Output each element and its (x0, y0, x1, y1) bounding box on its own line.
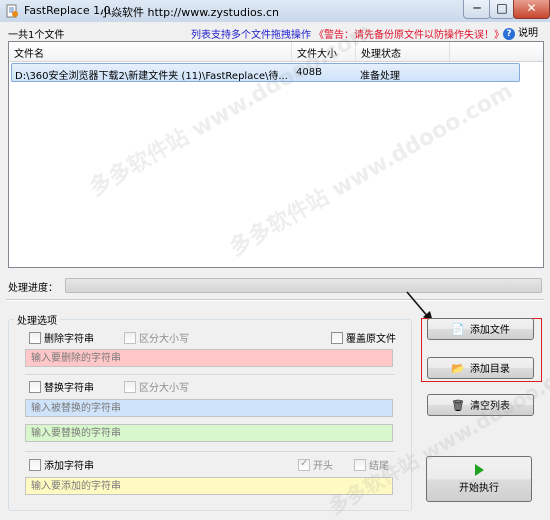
delete-case-sensitive-checkbox[interactable]: 区分大小写 (124, 332, 189, 346)
check-icon: ✓ (300, 458, 309, 469)
window-title: FastReplace 1.0 (24, 4, 111, 17)
checkbox-box: ✓ (298, 458, 310, 471)
file-list[interactable]: 文件名 文件大小 处理状态 D:\360安全浏览器下载2\新建文件夹 (11)\… (8, 19, 544, 268)
add-file-label: 添加文件 (469, 325, 510, 336)
title-bar: FastReplace 1.0 小焱软件 http://www.zystudio… (0, 0, 550, 23)
add-folder-label: 添加目录 (469, 364, 510, 375)
add-at-start-checkbox[interactable]: ✓ 开头 (298, 458, 333, 473)
help-label: 说明 (518, 28, 538, 39)
add-start-label: 开头 (313, 461, 333, 472)
delete-case-label: 区分大小写 (139, 334, 189, 345)
add-file-button[interactable]: 📄 添加文件 (427, 318, 534, 340)
separator (25, 374, 395, 375)
replace-find-input[interactable]: 输入被替换的字符串 (25, 399, 393, 417)
start-button[interactable]: 开始执行 (426, 456, 532, 502)
folder-icon: 📂 (451, 362, 465, 375)
help-icon: ? (503, 28, 515, 40)
file-icon: 📄 (451, 323, 465, 336)
replace-case-sensitive-checkbox[interactable]: 区分大小写 (124, 381, 189, 395)
close-button[interactable]: ✕ (513, 0, 550, 19)
replace-string-label: 替换字符串 (44, 383, 94, 394)
checkbox-box (29, 459, 41, 471)
window-subtitle: 小焱软件 http://www.zystudios.cn (100, 6, 279, 19)
file-list-header: 文件名 文件大小 处理状态 (9, 42, 543, 62)
add-string-label: 添加字符串 (44, 461, 94, 472)
replace-with-input[interactable]: 输入要替换的字符串 (25, 424, 393, 442)
checkbox-box (354, 459, 366, 471)
add-string-checkbox[interactable]: 添加字符串 (29, 459, 94, 473)
checkbox-box (331, 332, 343, 344)
separator (25, 451, 395, 452)
progress-bar (65, 278, 542, 293)
options-group-title: 处理选项 (14, 312, 60, 327)
checkbox-box (124, 332, 136, 344)
drag-notice: 列表支持多个文件拖拽操作 (191, 30, 311, 41)
replace-string-checkbox[interactable]: 替换字符串 (29, 381, 94, 395)
column-divider[interactable] (449, 42, 450, 61)
replace-case-label: 区分大小写 (139, 383, 189, 394)
play-icon (474, 464, 484, 476)
file-count-label: 一共1个文件 (8, 30, 65, 41)
divider (6, 299, 544, 301)
checkbox-box (29, 332, 41, 344)
checkbox-box (124, 381, 136, 393)
delete-string-label: 删除字符串 (44, 334, 94, 345)
delete-string-input[interactable]: 输入要删除的字符串 (25, 349, 393, 367)
progress-label: 处理进度： (8, 283, 58, 294)
overwrite-original-checkbox[interactable]: 覆盖原文件 (331, 332, 396, 346)
checkbox-box (29, 381, 41, 393)
file-row-status: 准备处理 (360, 71, 400, 82)
app-icon (6, 4, 18, 18)
delete-string-checkbox[interactable]: 删除字符串 (29, 332, 94, 346)
add-folder-button[interactable]: 📂 添加目录 (427, 357, 534, 379)
start-label: 开始执行 (459, 483, 499, 494)
overwrite-label: 覆盖原文件 (346, 334, 396, 345)
maximize-button[interactable]: □ (489, 0, 515, 19)
minimize-button[interactable]: ─ (463, 0, 491, 19)
help-link[interactable]: ? 说明 (503, 24, 538, 40)
column-filename[interactable]: 文件名 (14, 45, 44, 60)
